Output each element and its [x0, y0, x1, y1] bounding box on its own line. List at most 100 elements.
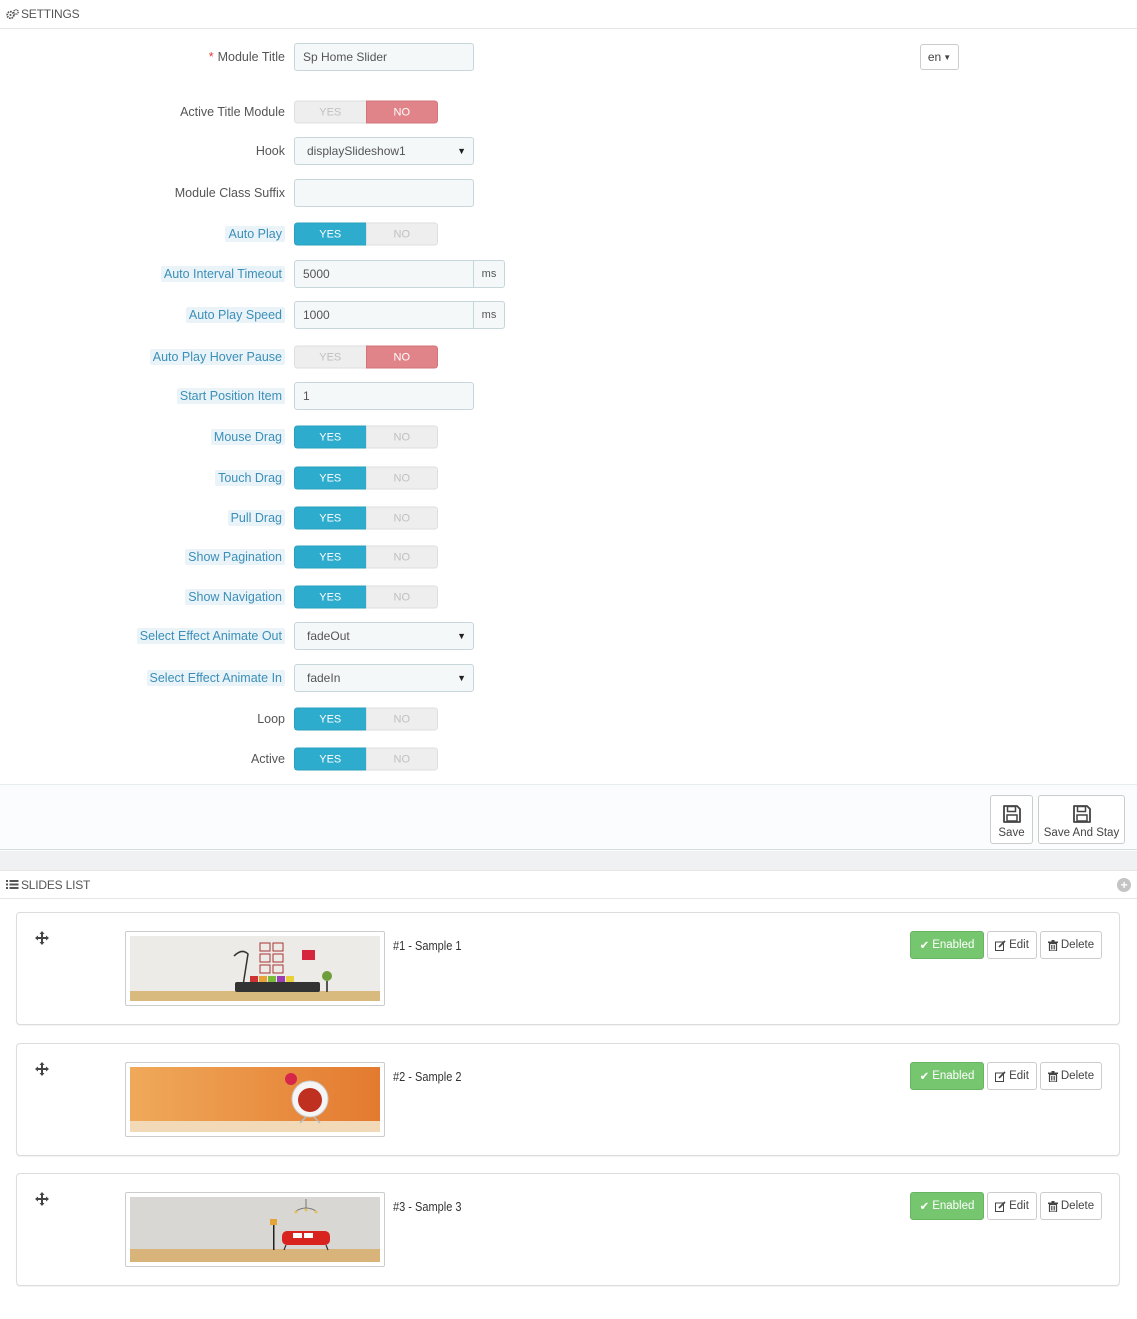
- edit-button[interactable]: Edit: [987, 1062, 1037, 1090]
- slides-list-heading: SLIDES LIST +: [0, 870, 1137, 899]
- touch-drag-label: Touch Drag: [215, 470, 285, 486]
- active-title-switch: YES NO: [294, 100, 438, 124]
- class-suffix-input[interactable]: [294, 179, 474, 207]
- loop-yes[interactable]: YES: [294, 707, 366, 731]
- mouse-drag-switch: YES NO: [294, 425, 438, 449]
- hook-value: displaySlideshow1: [307, 144, 406, 158]
- move-icon[interactable]: [35, 1192, 49, 1206]
- effect-out-label: Select Effect Animate Out: [136, 628, 285, 644]
- play-speed-label: Auto Play Speed: [185, 307, 285, 323]
- save-and-stay-label: Save And Stay: [1043, 827, 1120, 839]
- hook-label: Hook: [255, 144, 285, 158]
- active-title-label: Active Title Module: [180, 105, 285, 119]
- interval-input[interactable]: 5000: [294, 260, 474, 288]
- row-pull-drag: Pull Drag YES NO: [0, 503, 1137, 533]
- delete-button[interactable]: Delete: [1040, 931, 1102, 959]
- delete-label: Delete: [1060, 1200, 1095, 1212]
- delete-button[interactable]: Delete: [1040, 1192, 1102, 1220]
- play-speed-input[interactable]: 1000: [294, 301, 474, 329]
- interval-label: Auto Interval Timeout: [160, 266, 285, 282]
- pull-drag-no[interactable]: NO: [365, 506, 438, 530]
- hover-pause-yes[interactable]: YES: [294, 345, 366, 369]
- touch-drag-switch: YES NO: [294, 466, 438, 490]
- status-label: Enabled: [932, 1200, 975, 1212]
- select-caret-icon: ▼: [457, 673, 466, 683]
- check-icon: ✔: [919, 940, 930, 952]
- status-enabled-button[interactable]: ✔ Enabled: [910, 1192, 984, 1220]
- effect-out-select[interactable]: fadeOut ▼: [294, 622, 474, 650]
- edit-button[interactable]: Edit: [987, 931, 1037, 959]
- show-navigation-no[interactable]: NO: [365, 585, 438, 609]
- row-mouse-drag: Mouse Drag YES NO: [0, 422, 1137, 452]
- status-enabled-button[interactable]: ✔ Enabled: [910, 1062, 984, 1090]
- slide-thumbnail: [125, 1192, 385, 1267]
- pull-drag-switch: YES NO: [294, 506, 438, 530]
- row-effect-in: Select Effect Animate In fadeIn ▼: [0, 663, 1137, 693]
- edit-label: Edit: [1009, 939, 1029, 951]
- auto-play-no[interactable]: NO: [365, 222, 438, 246]
- start-pos-label: Start Position Item: [176, 388, 285, 404]
- settings-heading-text: SETTINGS: [21, 7, 80, 21]
- row-effect-out: Select Effect Animate Out fadeOut ▼: [0, 621, 1137, 651]
- show-pagination-no[interactable]: NO: [365, 545, 438, 569]
- status-enabled-button[interactable]: ✔ Enabled: [910, 931, 984, 959]
- active-switch: YES NO: [294, 747, 438, 771]
- edit-icon: [995, 1200, 1006, 1212]
- start-pos-input[interactable]: 1: [294, 382, 474, 410]
- effect-in-label: Select Effect Animate In: [146, 670, 285, 686]
- edit-icon: [995, 939, 1006, 951]
- hook-select[interactable]: displaySlideshow1 ▼: [294, 137, 474, 165]
- show-navigation-yes[interactable]: YES: [294, 585, 366, 609]
- hover-pause-no[interactable]: NO: [365, 345, 438, 369]
- effect-in-value: fadeIn: [307, 671, 341, 685]
- delete-button[interactable]: Delete: [1040, 1062, 1102, 1090]
- row-play-speed: Auto Play Speed 1000 ms: [0, 300, 1137, 330]
- active-label: Active: [250, 752, 285, 766]
- mouse-drag-no[interactable]: NO: [365, 425, 438, 449]
- row-show-navigation: Show Navigation YES NO: [0, 582, 1137, 612]
- active-no[interactable]: NO: [365, 747, 438, 771]
- save-and-stay-button[interactable]: Save And Stay: [1038, 795, 1125, 844]
- slide-item: #2 - Sample 2 ✔ Enabled Edit Delete: [16, 1043, 1120, 1156]
- mouse-drag-yes[interactable]: YES: [294, 425, 366, 449]
- slide-title: #2 - Sample 2: [393, 1070, 462, 1084]
- hover-pause-label: Auto Play Hover Pause: [149, 349, 285, 365]
- save-button[interactable]: Save: [990, 795, 1033, 844]
- edit-button[interactable]: Edit: [987, 1192, 1037, 1220]
- show-pagination-label: Show Pagination: [185, 549, 285, 565]
- panel-separator: [0, 851, 1137, 870]
- auto-play-yes[interactable]: YES: [294, 222, 366, 246]
- active-yes[interactable]: YES: [294, 747, 366, 771]
- move-icon[interactable]: [35, 931, 49, 945]
- move-icon[interactable]: [35, 1062, 49, 1076]
- trash-icon: [1047, 1070, 1058, 1082]
- slide-item: #3 - Sample 3 ✔ Enabled Edit Delete: [16, 1173, 1120, 1286]
- language-label: en: [927, 50, 942, 64]
- class-suffix-label: Module Class Suffix: [174, 186, 285, 200]
- cogs-icon: [6, 8, 19, 20]
- language-dropdown[interactable]: en ▼: [920, 44, 959, 70]
- touch-drag-yes[interactable]: YES: [294, 466, 366, 490]
- mouse-drag-label: Mouse Drag: [210, 429, 285, 445]
- pull-drag-yes[interactable]: YES: [294, 506, 366, 530]
- edit-label: Edit: [1009, 1070, 1029, 1082]
- row-active-title: Active Title Module YES NO: [0, 97, 1137, 127]
- row-interval: Auto Interval Timeout 5000 ms: [0, 259, 1137, 289]
- row-hook: Hook displaySlideshow1 ▼: [0, 136, 1137, 166]
- row-loop: Loop YES NO: [0, 704, 1137, 734]
- slide-item: #1 - Sample 1 ✔ Enabled Edit Delete: [16, 912, 1120, 1025]
- hover-pause-switch: YES NO: [294, 345, 438, 369]
- add-slide-icon[interactable]: +: [1117, 878, 1131, 892]
- show-pagination-yes[interactable]: YES: [294, 545, 366, 569]
- caret-down-icon: ▼: [943, 52, 952, 62]
- loop-switch: YES NO: [294, 707, 438, 731]
- active-title-no[interactable]: NO: [365, 100, 438, 124]
- module-title-input[interactable]: Sp Home Slider: [294, 43, 474, 71]
- loop-no[interactable]: NO: [365, 707, 438, 731]
- row-hover-pause: Auto Play Hover Pause YES NO: [0, 342, 1137, 372]
- touch-drag-no[interactable]: NO: [365, 466, 438, 490]
- status-label: Enabled: [932, 939, 975, 951]
- settings-heading: SETTINGS: [0, 0, 1137, 29]
- effect-in-select[interactable]: fadeIn ▼: [294, 664, 474, 692]
- active-title-yes[interactable]: YES: [294, 100, 366, 124]
